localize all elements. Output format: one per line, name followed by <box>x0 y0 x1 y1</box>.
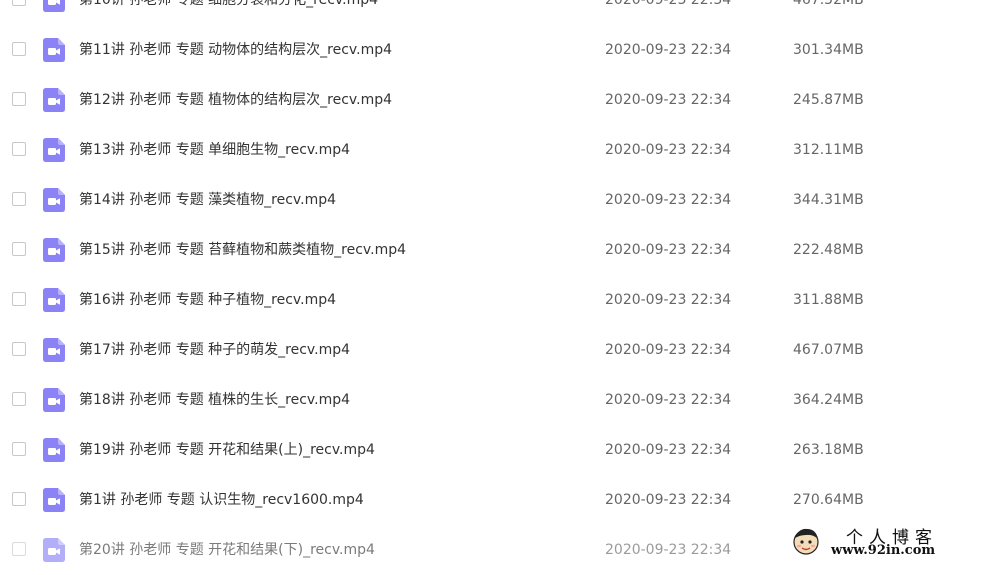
video-file-icon <box>43 388 65 412</box>
row-checkbox[interactable] <box>12 492 26 506</box>
row-checkbox[interactable] <box>12 92 26 106</box>
file-name[interactable]: 第13讲 孙老师 专题 单细胞生物_recv.mp4 <box>79 140 350 160</box>
mascot-face-icon <box>793 528 819 555</box>
file-size: 344.31MB <box>793 192 864 208</box>
video-file-icon <box>43 488 65 512</box>
row-checkbox[interactable] <box>12 192 26 206</box>
file-list: 第10讲 孙老师 专题 细胞分裂和分化_recv.mp4 2020-09-23 2… <box>0 0 982 575</box>
file-size: 467.52MB <box>793 0 864 8</box>
row-checkbox[interactable] <box>12 292 26 306</box>
file-modified-date: 2020-09-23 22:34 <box>605 192 732 208</box>
file-modified-date: 2020-09-23 22:34 <box>605 42 732 58</box>
file-row[interactable]: 第13讲 孙老师 专题 单细胞生物_recv.mp4 2020-09-23 22:… <box>0 125 982 175</box>
file-name[interactable]: 第15讲 孙老师 专题 苔藓植物和蕨类植物_recv.mp4 <box>79 240 406 260</box>
file-row[interactable]: 第1讲 孙老师 专题 认识生物_recv1600.mp4 2020-09-23 2… <box>0 475 982 525</box>
file-name[interactable]: 第12讲 孙老师 专题 植物体的结构层次_recv.mp4 <box>79 90 392 110</box>
file-name[interactable]: 第19讲 孙老师 专题 开花和结果(上)_recv.mp4 <box>79 440 375 460</box>
video-file-icon <box>43 138 65 162</box>
video-file-icon <box>43 188 65 212</box>
video-file-icon <box>43 288 65 312</box>
file-size: 467.07MB <box>793 342 864 358</box>
file-name[interactable]: 第14讲 孙老师 专题 藻类植物_recv.mp4 <box>79 190 336 210</box>
file-modified-date: 2020-09-23 22:34 <box>605 392 732 408</box>
video-file-icon <box>43 538 65 562</box>
video-file-icon <box>43 38 65 62</box>
row-checkbox[interactable] <box>12 0 26 6</box>
file-modified-date: 2020-09-23 22:34 <box>605 342 732 358</box>
file-modified-date: 2020-09-23 22:34 <box>605 492 732 508</box>
file-row[interactable]: 第11讲 孙老师 专题 动物体的结构层次_recv.mp4 2020-09-23 … <box>0 25 982 75</box>
row-checkbox[interactable] <box>12 442 26 456</box>
file-modified-date: 2020-09-23 22:34 <box>605 442 732 458</box>
row-checkbox[interactable] <box>12 342 26 356</box>
file-name[interactable]: 第18讲 孙老师 专题 植株的生长_recv.mp4 <box>79 390 350 410</box>
row-checkbox[interactable] <box>12 142 26 156</box>
file-row[interactable]: 第17讲 孙老师 专题 种子的萌发_recv.mp4 2020-09-23 22:… <box>0 325 982 375</box>
file-modified-date: 2020-09-23 22:34 <box>605 242 732 258</box>
file-row[interactable]: 第15讲 孙老师 专题 苔藓植物和蕨类植物_recv.mp4 2020-09-23… <box>0 225 982 275</box>
file-modified-date: 2020-09-23 22:34 <box>605 292 732 308</box>
file-size: 245.87MB <box>793 92 864 108</box>
row-checkbox[interactable] <box>12 392 26 406</box>
file-name[interactable]: 第11讲 孙老师 专题 动物体的结构层次_recv.mp4 <box>79 40 392 60</box>
row-checkbox[interactable] <box>12 542 26 556</box>
video-file-icon <box>43 438 65 462</box>
file-row[interactable]: 第16讲 孙老师 专题 种子植物_recv.mp4 2020-09-23 22:3… <box>0 275 982 325</box>
row-checkbox[interactable] <box>12 42 26 56</box>
file-name[interactable]: 第17讲 孙老师 专题 种子的萌发_recv.mp4 <box>79 340 350 360</box>
file-row[interactable]: 第14讲 孙老师 专题 藻类植物_recv.mp4 2020-09-23 22:3… <box>0 175 982 225</box>
file-size: 222.48MB <box>793 242 864 258</box>
file-row[interactable]: 第12讲 孙老师 专题 植物体的结构层次_recv.mp4 2020-09-23 … <box>0 75 982 125</box>
file-size: 311.88MB <box>793 292 864 308</box>
video-file-icon <box>43 88 65 112</box>
video-file-icon <box>43 238 65 262</box>
file-size: 301.34MB <box>793 42 864 58</box>
row-checkbox[interactable] <box>12 242 26 256</box>
file-name[interactable]: 第20讲 孙老师 专题 开花和结果(下)_recv.mp4 <box>79 540 375 560</box>
file-size: 364.24MB <box>793 392 864 408</box>
file-size: 312.11MB <box>793 142 864 158</box>
video-file-icon <box>43 0 65 12</box>
file-size: 263.18MB <box>793 442 864 458</box>
file-modified-date: 2020-09-23 22:34 <box>605 542 732 558</box>
watermark: 个人博客 www.92in.com <box>786 521 982 563</box>
file-name[interactable]: 第10讲 孙老师 专题 细胞分裂和分化_recv.mp4 <box>79 0 378 10</box>
file-row[interactable]: 第18讲 孙老师 专题 植株的生长_recv.mp4 2020-09-23 22:… <box>0 375 982 425</box>
file-modified-date: 2020-09-23 22:34 <box>605 92 732 108</box>
watermark-url: www.92in.com <box>831 543 936 558</box>
file-modified-date: 2020-09-23 22:34 <box>605 142 732 158</box>
file-modified-date: 2020-09-23 22:34 <box>605 0 732 8</box>
file-name[interactable]: 第16讲 孙老师 专题 种子植物_recv.mp4 <box>79 290 336 310</box>
file-row[interactable]: 第10讲 孙老师 专题 细胞分裂和分化_recv.mp4 2020-09-23 2… <box>0 0 982 25</box>
video-file-icon <box>43 338 65 362</box>
file-name[interactable]: 第1讲 孙老师 专题 认识生物_recv1600.mp4 <box>79 490 364 510</box>
file-size: 270.64MB <box>793 492 864 508</box>
file-row[interactable]: 第19讲 孙老师 专题 开花和结果(上)_recv.mp4 2020-09-23 … <box>0 425 982 475</box>
